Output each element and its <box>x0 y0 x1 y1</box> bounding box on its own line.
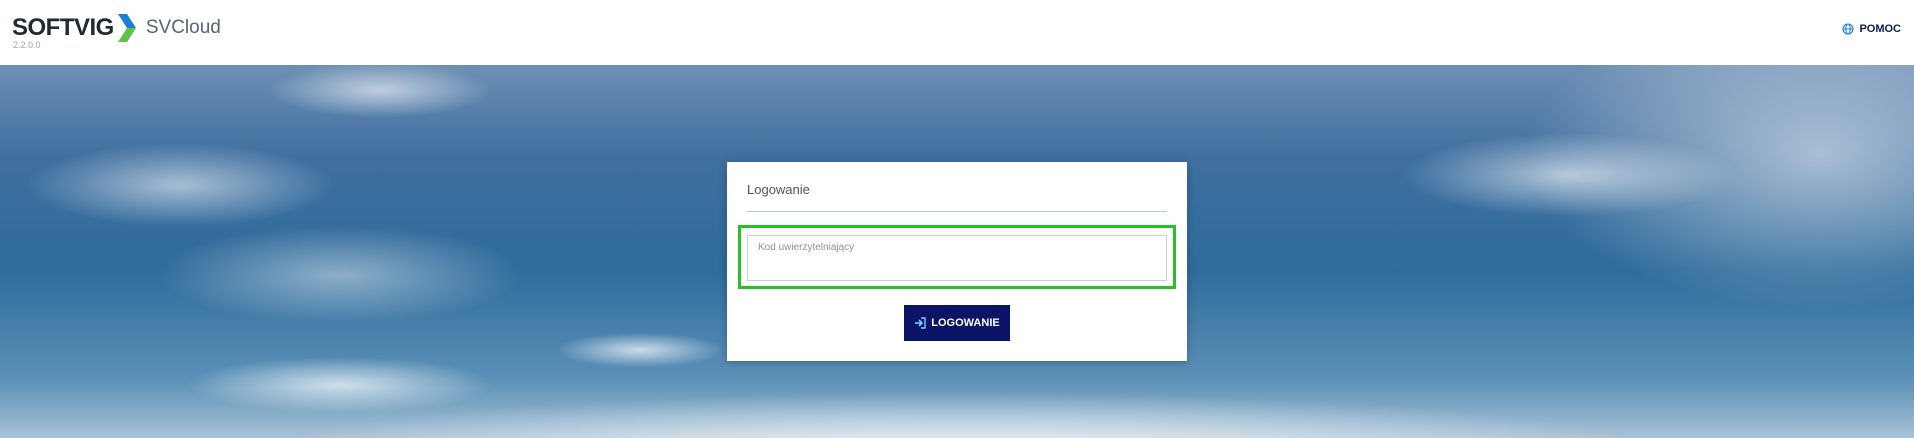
chevron-logo-icon <box>117 14 136 42</box>
login-title: Logowanie <box>747 182 810 197</box>
sign-in-icon <box>915 317 926 329</box>
login-card: Logowanie LOGOWANIE <box>727 162 1187 361</box>
product-name: SVCloud <box>145 17 221 38</box>
auth-code-input[interactable] <box>747 235 1167 281</box>
help-label: POMOC <box>1859 23 1901 35</box>
top-header: SOFTVIG SVCloud 2.2.0.0 POMOC <box>0 0 1914 65</box>
globe-icon <box>1842 23 1854 35</box>
brand-logo[interactable]: SOFTVIG SVCloud <box>12 12 221 44</box>
login-button[interactable]: LOGOWANIE <box>904 305 1010 341</box>
version-label: 2.2.0.0 <box>13 40 41 50</box>
login-button-label: LOGOWANIE <box>931 317 1000 329</box>
brand-name: SOFTVIG <box>12 14 114 41</box>
help-link[interactable]: POMOC <box>1842 23 1901 35</box>
title-divider <box>747 211 1167 212</box>
